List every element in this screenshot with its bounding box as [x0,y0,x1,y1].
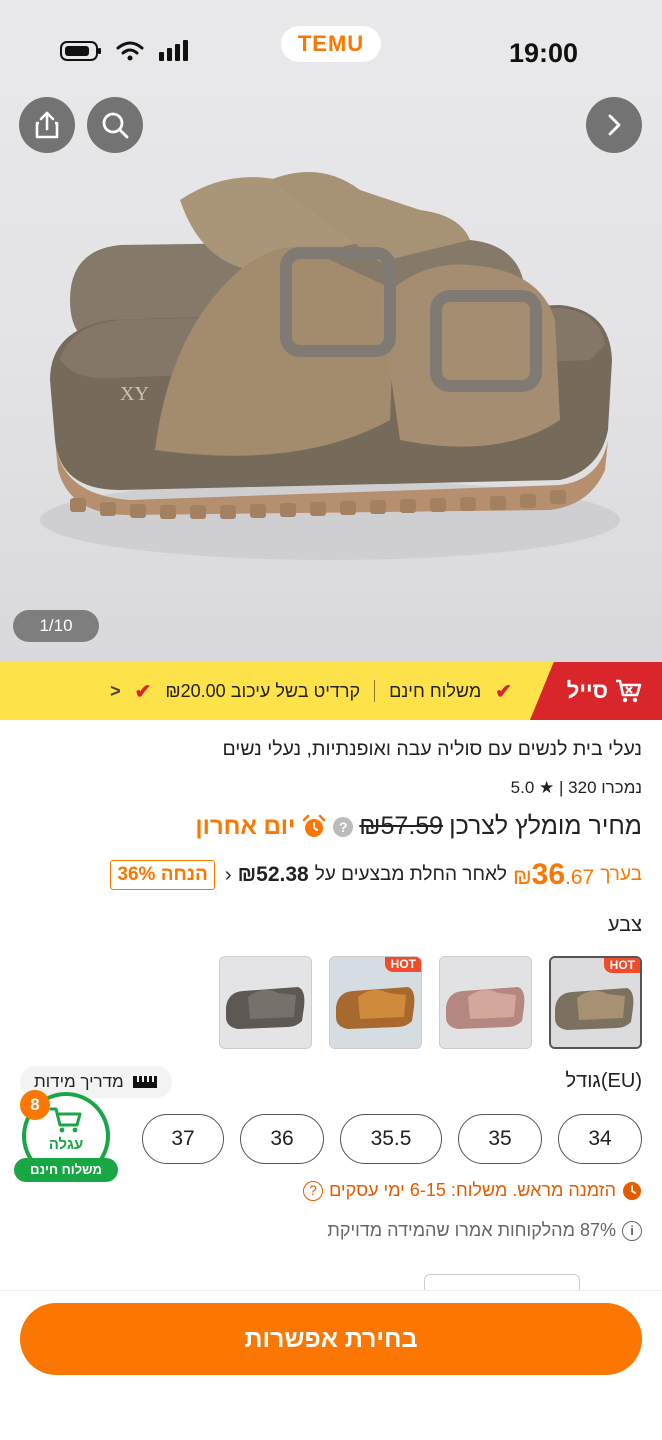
clock: 19:00 [508,38,578,68]
promo-items: ✔ משלוח חינם קרדיט בשל עיכוב ₪20.00 ✔ < [110,662,512,720]
chevron-left-icon: < [110,680,121,701]
old-price: ₪57.59 [359,812,444,840]
svg-text:XY: XY [120,383,149,405]
sold-count: נמכרו 320 [568,778,642,797]
est-price-cents: .67 [565,866,595,889]
color-swatch-pink[interactable] [439,956,532,1049]
last-day-label: יום אחרון [195,812,296,840]
back-button[interactable] [586,97,642,153]
estimated-price-line[interactable]: בערך ₪ 36 .67 לאחר החלת מבצעים על ₪52.38… [110,858,642,892]
chevron-right-icon [608,114,621,136]
info-icon: i [622,1220,642,1241]
fit-info: i 87% מהלקוחות אמרו שהמידה מדויקת [327,1220,642,1241]
color-label: צבע [607,914,642,936]
hot-badge: HOT [603,958,640,973]
image-counter: 1/10 [13,610,99,642]
size-label: גודל(EU) [565,1070,642,1092]
signal-icon [159,40,188,61]
fit-text: 87% מהלקוחות אמרו שהמידה מדויקת [327,1220,616,1240]
select-option-button[interactable]: בחירת אפשרות [20,1303,642,1375]
product-title: נעלי בית לנשים עם סוליה עבה ואופנתיות, נ… [222,738,642,760]
price-label: מחיר מומלץ לצרכן [449,812,642,840]
product-image-gallery[interactable]: XY TEMU 19:00 1/10 [0,0,662,662]
est-price: ₪ 36 .67 [513,858,594,892]
est-text: לאחר החלת מבצעים על [314,864,507,885]
chevron-left-icon: ‹ [224,863,232,886]
bottom-bar: בחירת אפשרות [0,1290,662,1440]
promo-bar[interactable]: סייל ✔ משלוח חינם קרדיט בשל עיכוב ₪20.00… [0,662,662,720]
clock-icon [623,1181,641,1200]
size-option[interactable]: 34 [558,1114,642,1164]
battery-icon [60,41,101,61]
rating-row[interactable]: נמכרו 320 | ★ 5.0 [511,778,642,798]
floating-cart-button[interactable]: עגלה 8 משלוח חינם [14,1090,118,1184]
price-line: מחיר מומלץ לצרכן ₪57.59 ? יום אחרון [195,812,642,841]
check-icon: ✔ [134,680,152,703]
check-icon: ✔ [495,680,512,703]
wifi-icon [116,41,144,61]
cart-count-badge: 8 [20,1090,50,1120]
help-icon[interactable]: ? [333,816,354,837]
share-icon [35,111,59,139]
est-price-main: 36 [531,858,566,891]
cart-sale-icon [616,679,642,703]
alarm-clock-icon [303,814,326,837]
star-icon: ★ [539,778,555,797]
est-prefix: בערך [600,864,642,885]
temu-logo: TEMU [281,26,381,62]
help-icon: ? [303,1180,324,1201]
sale-label: סייל [566,678,608,703]
rating-value: 5.0 [510,778,535,797]
share-button[interactable] [19,97,75,153]
est-base-price: ₪52.38 [237,863,309,886]
cart-free-shipping-badge: משלוח חינם [14,1158,118,1182]
system-icons [60,40,190,62]
free-shipping-text: משלוח חינם [389,680,482,701]
cart-icon [49,1107,82,1132]
status-bar: TEMU 19:00 [0,0,662,100]
credit-text: קרדיט בשל עיכוב ₪20.00 [165,680,361,701]
size-option[interactable]: 36 [240,1114,324,1164]
shipping-info[interactable]: הזמנה מראש. משלוח: 6-15 ימי עסקים ? [303,1180,642,1201]
size-option[interactable]: 35 [458,1114,542,1164]
search-icon [102,112,129,139]
size-guide-label: מדריך מידות [34,1072,124,1091]
size-option[interactable]: 35.5 [340,1114,442,1164]
swatch-grey-image [220,957,311,1048]
swatch-pink-image [440,957,531,1048]
size-options: 34 35 35.5 36 37 [142,1114,642,1164]
discount-badge: הנחה 36% [110,860,215,890]
shipping-text: הזמנה מראש. משלוח: 6-15 ימי עסקים [329,1180,616,1200]
hot-badge: HOT [384,957,421,972]
color-swatch-brown[interactable]: HOT [329,956,422,1049]
est-currency: ₪ [512,864,532,889]
search-button[interactable] [87,97,143,153]
rating-divider: | [554,778,564,797]
ruler-icon [132,1076,157,1088]
color-swatches: HOT HOT [219,956,642,1049]
cart-label: עגלה [48,1135,84,1153]
size-option[interactable]: 37 [142,1114,224,1164]
color-swatch-grey[interactable] [219,956,312,1049]
sale-badge: סייל [530,662,662,720]
divider [374,680,376,702]
color-swatch-khaki[interactable]: HOT [549,956,642,1049]
